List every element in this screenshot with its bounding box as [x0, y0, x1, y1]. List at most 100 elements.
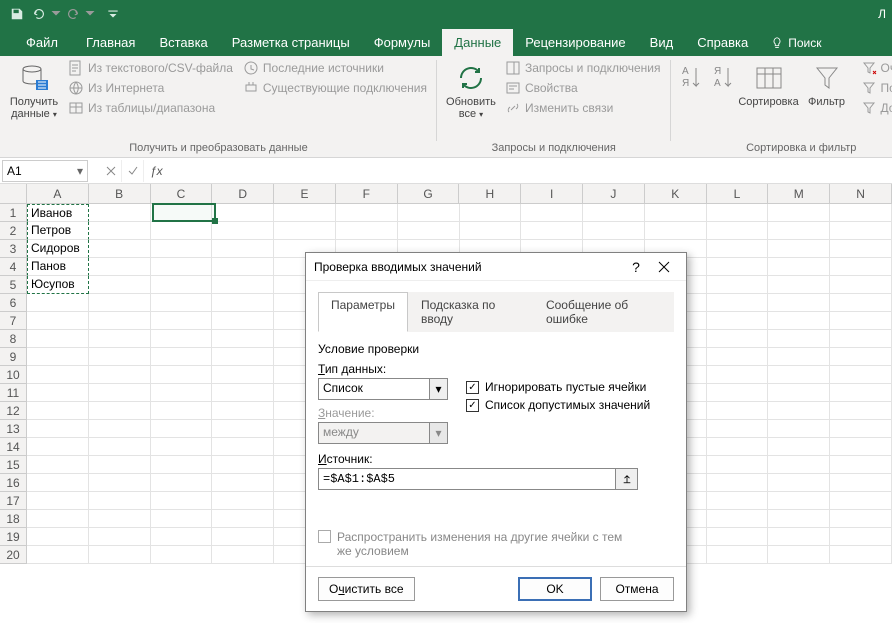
cell[interactable] — [830, 258, 892, 276]
cell[interactable] — [830, 528, 892, 546]
cell[interactable] — [768, 312, 830, 330]
cell[interactable] — [707, 420, 769, 438]
cell[interactable] — [89, 402, 151, 420]
cell[interactable] — [212, 258, 274, 276]
row-header[interactable]: 5 — [0, 276, 26, 294]
cell[interactable] — [830, 294, 892, 312]
row-header[interactable]: 20 — [0, 546, 26, 564]
cell[interactable] — [707, 510, 769, 528]
cell[interactable] — [768, 456, 830, 474]
cell[interactable] — [151, 546, 213, 564]
cell[interactable] — [151, 492, 213, 510]
cell[interactable] — [830, 222, 892, 240]
ok-button[interactable]: OK — [518, 577, 592, 601]
cell[interactable] — [89, 420, 151, 438]
sort-desc-button[interactable]: ЯA — [709, 58, 739, 98]
column-header[interactable]: J — [583, 184, 645, 203]
cell[interactable] — [89, 348, 151, 366]
tab-help[interactable]: Справка — [685, 29, 760, 56]
cell[interactable] — [27, 438, 89, 456]
select-all-cells[interactable] — [0, 184, 27, 204]
cell[interactable] — [151, 222, 213, 240]
cell[interactable] — [830, 474, 892, 492]
cell[interactable]: Петров — [27, 222, 89, 240]
cell[interactable] — [768, 546, 830, 564]
cell[interactable] — [212, 510, 274, 528]
cell[interactable] — [89, 330, 151, 348]
cell[interactable] — [89, 492, 151, 510]
column-header[interactable]: D — [212, 184, 274, 203]
cell[interactable] — [89, 528, 151, 546]
cell[interactable] — [212, 492, 274, 510]
ignore-empty-checkbox[interactable]: ✓ Игнорировать пустые ячейки — [466, 380, 650, 394]
cell[interactable] — [212, 438, 274, 456]
cell[interactable] — [707, 366, 769, 384]
column-header[interactable]: N — [830, 184, 892, 203]
cell[interactable] — [707, 474, 769, 492]
cell[interactable] — [27, 510, 89, 528]
cell[interactable] — [89, 240, 151, 258]
cell[interactable] — [768, 510, 830, 528]
range-selector-button[interactable] — [616, 468, 638, 490]
cell[interactable] — [768, 366, 830, 384]
queries-connections-button[interactable]: Запросы и подключения — [501, 58, 665, 78]
tab-data[interactable]: Данные — [442, 29, 513, 56]
cell[interactable] — [830, 330, 892, 348]
cell[interactable] — [151, 312, 213, 330]
cell[interactable] — [830, 384, 892, 402]
from-web-button[interactable]: Из Интернета — [64, 78, 237, 98]
cell[interactable] — [768, 348, 830, 366]
cell[interactable] — [151, 384, 213, 402]
tab-page-layout[interactable]: Разметка страницы — [220, 29, 362, 56]
refresh-all-button[interactable]: Обновить все ▾ — [443, 58, 499, 125]
column-header[interactable]: H — [459, 184, 521, 203]
cell[interactable] — [27, 348, 89, 366]
cell[interactable] — [89, 258, 151, 276]
cell[interactable] — [89, 510, 151, 528]
cell[interactable] — [460, 204, 522, 222]
cell[interactable] — [830, 348, 892, 366]
row-header[interactable]: 6 — [0, 294, 26, 312]
row-header[interactable]: 14 — [0, 438, 26, 456]
cell[interactable] — [27, 384, 89, 402]
tab-formulas[interactable]: Формулы — [362, 29, 443, 56]
reapply-filter-button[interactable]: Повтор — [857, 78, 892, 98]
cell[interactable] — [521, 222, 583, 240]
cell[interactable] — [707, 546, 769, 564]
cancel-formula-button[interactable] — [100, 160, 122, 182]
cell[interactable] — [89, 312, 151, 330]
cell[interactable] — [768, 204, 830, 222]
cell[interactable] — [27, 402, 89, 420]
cell[interactable] — [89, 546, 151, 564]
tab-error-message[interactable]: Сообщение об ошибке — [533, 292, 674, 332]
cell[interactable] — [212, 348, 274, 366]
tab-file[interactable]: Файл — [10, 29, 74, 56]
cell[interactable] — [89, 456, 151, 474]
cell[interactable] — [151, 528, 213, 546]
qat-customize[interactable] — [102, 3, 124, 25]
cell[interactable] — [27, 294, 89, 312]
existing-connections-button[interactable]: Существующие подключения — [239, 78, 431, 98]
column-header[interactable]: I — [521, 184, 583, 203]
cell[interactable]: Панов — [27, 258, 89, 276]
name-box[interactable]: A1 ▾ — [2, 160, 88, 182]
properties-button[interactable]: Свойства — [501, 78, 665, 98]
row-header[interactable]: 18 — [0, 510, 26, 528]
advanced-filter-button[interactable]: Дополн — [857, 98, 892, 118]
tab-insert[interactable]: Вставка — [147, 29, 219, 56]
column-header[interactable]: M — [768, 184, 830, 203]
insert-function-button[interactable]: ƒx — [144, 164, 169, 178]
cell[interactable] — [830, 510, 892, 528]
cell[interactable] — [212, 456, 274, 474]
row-header[interactable]: 9 — [0, 348, 26, 366]
tab-home[interactable]: Главная — [74, 29, 147, 56]
cell[interactable] — [768, 222, 830, 240]
cell[interactable] — [707, 312, 769, 330]
row-header[interactable]: 19 — [0, 528, 26, 546]
cell[interactable] — [89, 276, 151, 294]
accept-formula-button[interactable] — [122, 160, 144, 182]
cell[interactable] — [27, 366, 89, 384]
cell[interactable] — [212, 384, 274, 402]
formula-input[interactable] — [169, 160, 892, 182]
cell[interactable] — [151, 420, 213, 438]
